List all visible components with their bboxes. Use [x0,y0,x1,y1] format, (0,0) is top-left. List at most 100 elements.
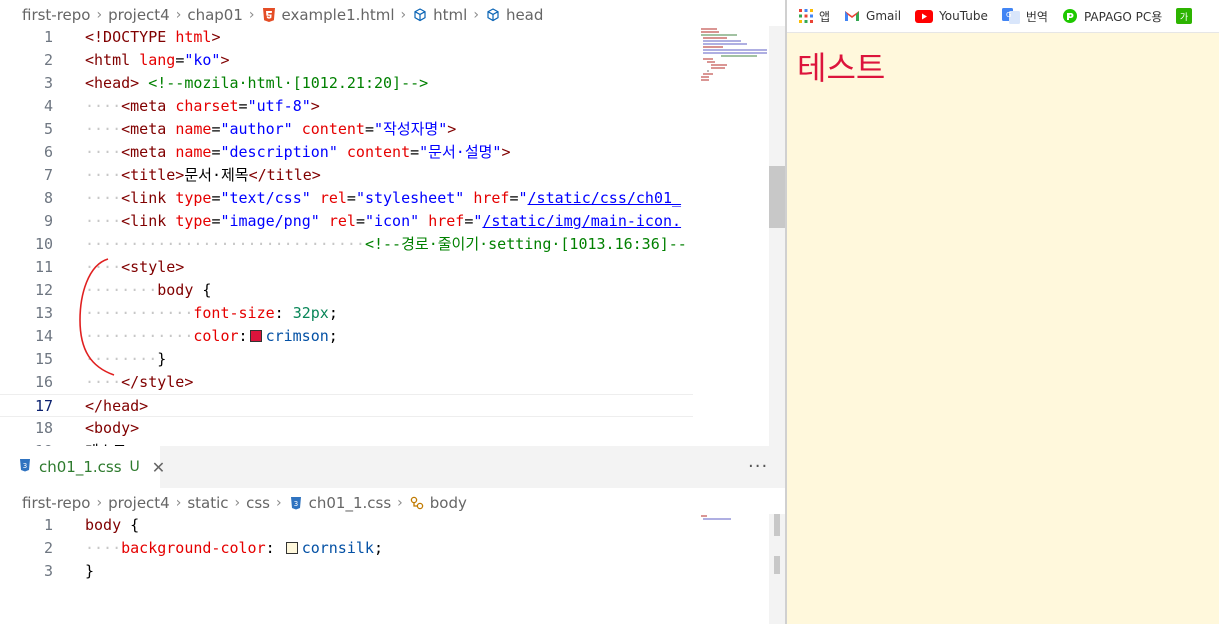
css-selector-icon [409,495,425,511]
line-number: 11 [34,258,53,276]
code-line[interactable]: 8 ····<link type="text/css" rel="styleshe… [0,187,693,210]
bookmark-label: PAPAGO PC용 [1083,9,1163,24]
code-line[interactable]: 2 <html lang="ko"> [0,49,693,72]
breadcrumb-item-file[interactable]: 3 ch01_1.css [288,494,391,512]
code-line[interactable]: 9 ····<link type="image/png" rel="icon" h… [0,210,693,233]
scrollbar-thumb[interactable] [774,514,780,536]
line-number: 2 [43,539,53,557]
code-text[interactable]: ····<meta name="author" content="작성자명"> [85,118,456,141]
chevron-right-icon: › [276,494,282,511]
element-cube-icon [412,7,428,23]
code-text[interactable]: <head> <!--mozila·html·[1012.21:20]--> [85,72,428,95]
code-text[interactable]: ····<meta charset="utf-8"> [85,95,320,118]
code-text[interactable]: <html lang="ko"> [85,49,230,72]
breadcrumb-top: first-repo › project4 › chap01 › example… [0,0,543,29]
editor-tab-bar: 3 ch01_1.css U ✕ ··· [0,446,785,488]
code-text[interactable]: ····background-color: cornsilk; [85,537,383,560]
chevron-right-icon: › [234,494,241,511]
minimap[interactable] [697,26,769,96]
line-number: 16 [34,373,53,391]
code-line[interactable]: 5 ····<meta name="author" content="작성자명"> [0,118,693,141]
code-text[interactable]: } [85,560,94,583]
line-number: 13 [34,304,53,322]
element-cube-icon [485,7,501,23]
code-text[interactable]: ············color: crimson; [85,325,338,348]
page-body-text: 테스트 [797,49,886,87]
breadcrumb-item-label: head [505,5,544,24]
breadcrumb-item-head[interactable]: head [485,6,543,24]
translate-icon: G [1001,8,1020,24]
code-text[interactable]: </head> [85,395,148,418]
bookmark-translate[interactable]: G 번역 [1001,8,1048,25]
code-line[interactable]: 18 <body> [0,417,693,440]
breadcrumb-item[interactable]: first-repo [22,6,91,24]
bookmark-apps[interactable]: 앱 [799,8,830,25]
code-line[interactable]: 3 <head> <!--mozila·html·[1012.21:20]--> [0,72,693,95]
code-text[interactable]: body { [85,514,139,537]
browser-window: 앱 Gmail YouTube G 번역 PAPAGO PC용 가 테스트 [785,0,1219,624]
chevron-right-icon: › [397,494,403,511]
html-code-area[interactable]: 1 <!DOCTYPE html> 2 <html lang="ko"> 3 <head>… [0,26,693,446]
untracked-badge: U [129,459,140,475]
code-line[interactable]: 1 <!DOCTYPE html> [0,26,693,49]
scrollbar-thumb[interactable] [769,166,785,228]
chevron-right-icon: › [175,6,182,23]
breadcrumb-item-label: html [433,5,468,24]
code-line[interactable]: 3} [0,560,693,583]
code-text[interactable]: <!DOCTYPE html> [85,26,220,49]
code-line[interactable]: 17 </head> [0,394,693,417]
code-line[interactable]: 1 body { [0,514,693,537]
code-text[interactable]: ············font-size: 32px; [85,302,338,325]
svg-text:3: 3 [23,462,27,470]
code-line[interactable]: 4 ····<meta charset="utf-8"> [0,95,693,118]
gmail-icon [844,10,860,22]
code-text[interactable]: ····<link type="image/png" rel="icon" hr… [85,210,681,233]
breadcrumb-item-body[interactable]: body [409,494,467,512]
code-line[interactable]: 2 ····background-color: cornsilk; [0,537,693,560]
tab-ch01-css[interactable]: 3 ch01_1.css U ✕ [0,446,165,488]
code-text[interactable]: ····<title>문서·제목</title> [85,164,321,187]
chevron-right-icon: › [473,6,479,23]
bookmark-label: 번역 [1025,9,1048,24]
breadcrumb-item[interactable]: project4 [108,494,170,512]
html5-icon [261,7,277,23]
svg-text:가: 가 [1180,12,1188,23]
breadcrumb-item-file[interactable]: example1.html [261,6,395,24]
breadcrumb-item[interactable]: chap01 [187,6,243,24]
breadcrumb-item-label: body [429,493,467,512]
code-text[interactable]: ·······························<!--경로·줄이… [85,233,687,256]
more-actions-icon[interactable]: ··· [748,456,768,477]
bookmark-ga[interactable]: 가 [1176,8,1198,24]
vertical-scrollbar[interactable] [769,26,785,446]
bookmark-label: Gmail [866,9,902,23]
breadcrumb-item[interactable]: static [187,494,228,512]
code-text[interactable]: ····<meta name="description" content="문서… [85,141,510,164]
code-line[interactable]: 10 ·······························<!--경로·… [0,233,693,256]
code-line[interactable]: 6 ····<meta name="description" content="문… [0,141,693,164]
chevron-right-icon: › [248,6,255,23]
svg-text:G: G [1006,11,1011,19]
bookmark-youtube[interactable]: YouTube [915,9,988,23]
breadcrumb-item[interactable]: first-repo [22,494,91,512]
breadcrumb-item[interactable]: css [246,494,270,512]
breadcrumb-item[interactable]: project4 [108,6,170,24]
bookmark-papago[interactable]: PAPAGO PC용 [1062,8,1162,25]
minimap[interactable] [697,514,769,534]
scrollbar-marker [774,556,780,574]
papago-icon [1062,8,1078,24]
line-number: 12 [34,281,53,299]
line-number: 9 [43,212,53,230]
line-number: 5 [43,120,53,138]
css-code-area[interactable]: 1 body { 2 ····background-color: cornsilk; 3… [0,514,693,624]
close-icon[interactable]: ✕ [152,458,165,477]
bookmark-gmail[interactable]: Gmail [844,9,901,23]
vertical-scrollbar[interactable] [769,514,785,624]
breadcrumb-item-html[interactable]: html [412,6,467,24]
code-text[interactable]: ····<link type="text/css" rel="styleshee… [85,187,681,210]
chevron-right-icon: › [175,494,182,511]
page-viewport: 테스트 [787,33,1219,624]
code-text[interactable]: <body> [85,417,139,440]
apps-grid-icon [799,9,813,23]
code-line[interactable]: 7 ····<title>문서·제목</title> [0,164,693,187]
youtube-icon [915,9,934,23]
